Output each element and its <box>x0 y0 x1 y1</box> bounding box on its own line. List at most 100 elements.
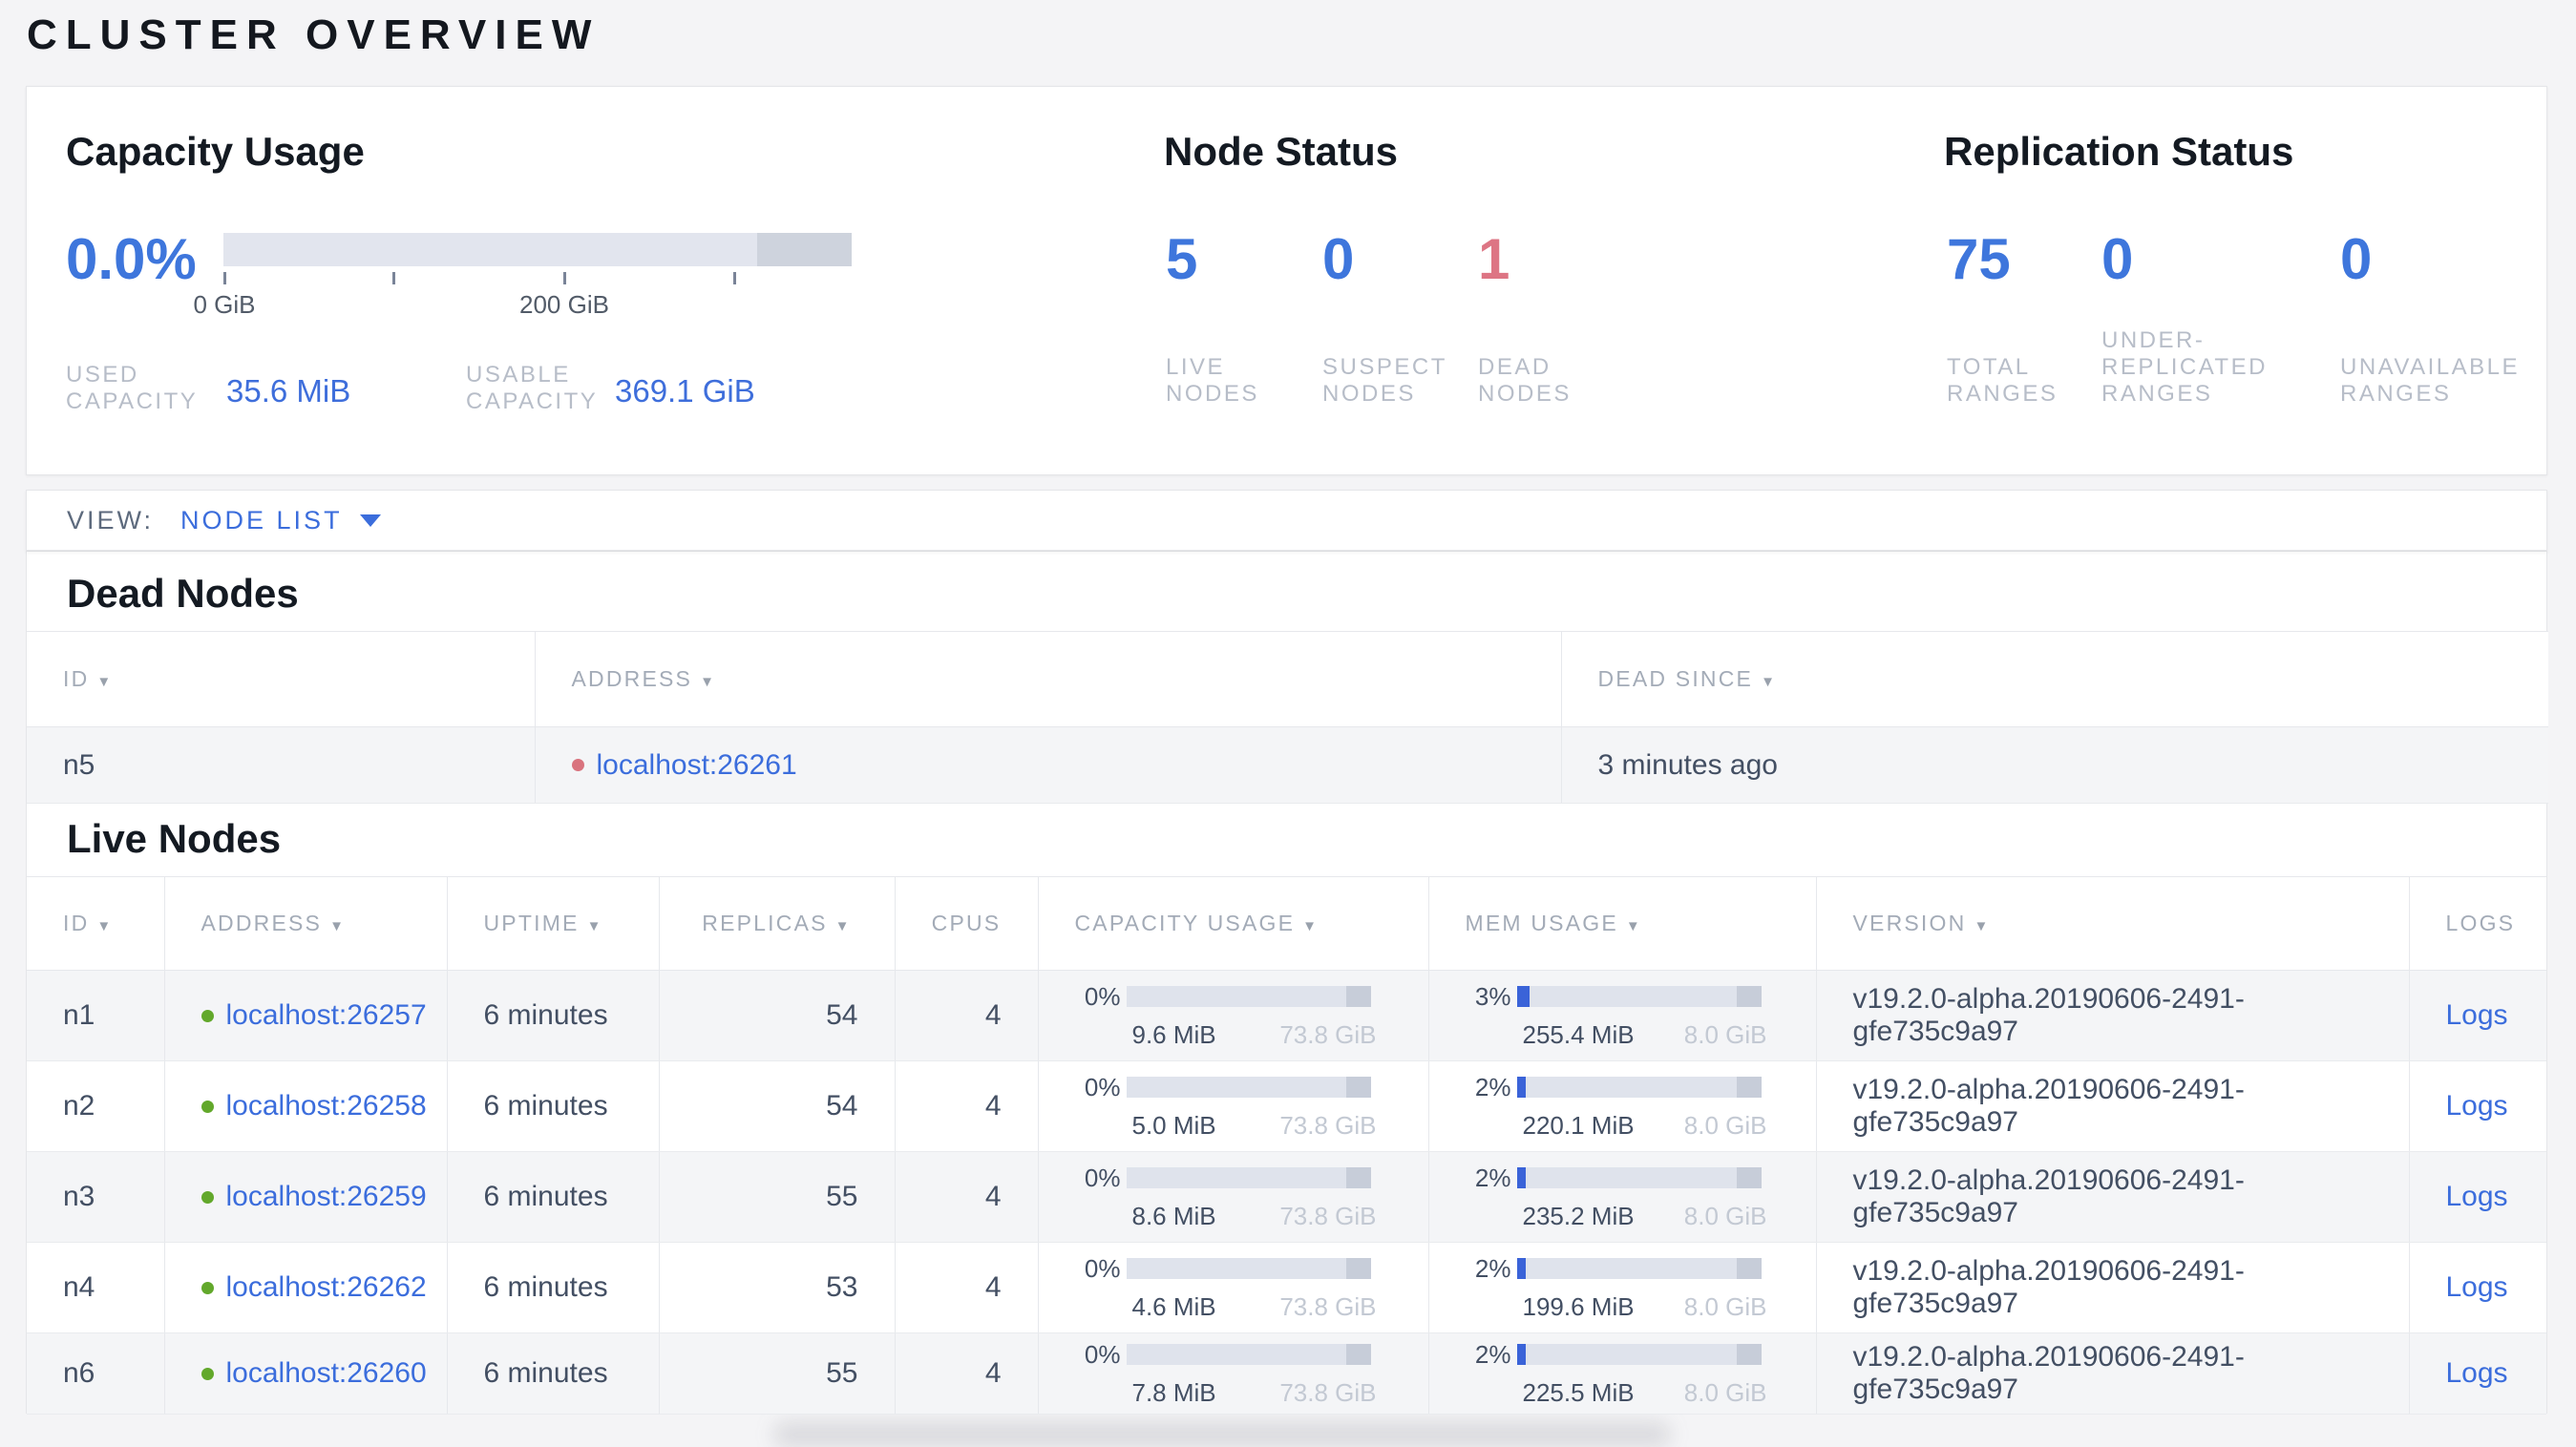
capacity-bar <box>1126 1077 1371 1098</box>
table-row: n2 localhost:26258 6 minutes 54 4 0% 5.0… <box>27 1060 2546 1152</box>
dead-col-id[interactable]: ID ▼ <box>27 631 535 727</box>
live-col-logs: LOGS <box>2408 876 2546 971</box>
view-label: VIEW: <box>67 505 155 535</box>
logs-link[interactable]: Logs <box>2446 1271 2508 1303</box>
live-col-uptime[interactable]: UPTIME ▼ <box>446 876 659 971</box>
used-capacity-label: USED CAPACITY <box>66 362 199 414</box>
view-selector-dropdown[interactable]: NODE LIST <box>180 506 381 535</box>
replicas-cell: 55 <box>658 1151 895 1243</box>
uptime-cell: 6 minutes <box>446 1151 659 1243</box>
dead-col-address[interactable]: ADDRESS ▼ <box>534 631 1561 727</box>
live-col-capacity[interactable]: CAPACITY USAGE ▼ <box>1037 876 1428 971</box>
axis-tick <box>392 272 395 284</box>
node-id-cell: n2 <box>27 1060 164 1152</box>
node-address-link[interactable]: localhost:26262 <box>226 1271 427 1304</box>
node-address-link[interactable]: localhost:26260 <box>226 1357 427 1390</box>
unavailable-ranges-count: 0 <box>2340 227 2373 291</box>
axis-tick-label-200gib: 200 GiB <box>519 290 609 319</box>
sort-caret-icon: ▼ <box>329 918 347 934</box>
sort-caret-icon: ▼ <box>1974 918 1991 934</box>
live-col-replicas[interactable]: REPLICAS ▼ <box>658 876 895 971</box>
page-title: CLUSTER OVERVIEW <box>27 11 601 58</box>
node-address-link[interactable]: localhost:26258 <box>226 1090 427 1122</box>
node-id-cell: n4 <box>27 1242 164 1333</box>
capacity-meter-reserved-segment <box>757 233 852 266</box>
dead-nodes-heading: Dead Nodes <box>67 571 299 616</box>
logs-cell: Logs <box>2408 970 2546 1061</box>
capacity-usage-percent: 0.0% <box>66 227 197 291</box>
node-id-cell: n3 <box>27 1151 164 1243</box>
sort-caret-icon: ▼ <box>1761 674 1778 690</box>
dead-col-dead-since[interactable]: DEAD SINCE ▼ <box>1560 631 2548 727</box>
axis-tick <box>223 272 226 284</box>
live-col-mem[interactable]: MEM USAGE ▼ <box>1427 876 1816 971</box>
view-bar: VIEW: NODE LIST <box>26 490 2547 551</box>
sort-caret-icon: ▼ <box>1302 918 1320 934</box>
sort-caret-icon: ▼ <box>1625 918 1642 934</box>
mem-usage-cell: 3% 255.4 MiB 8.0 GiB <box>1427 970 1816 1061</box>
dead-nodes-label: DEAD NODES <box>1478 354 1572 407</box>
node-address-link[interactable]: localhost:26259 <box>226 1181 427 1213</box>
table-row: n3 localhost:26259 6 minutes 55 4 0% 8.6… <box>27 1151 2546 1243</box>
version-cell: v19.2.0-alpha.20190606-2491-gfe735c9a97 <box>1815 1060 2409 1152</box>
capacity-usage-title: Capacity Usage <box>66 129 365 174</box>
node-address-cell: localhost:26262 <box>163 1242 447 1333</box>
cpus-cell: 4 <box>894 1151 1038 1243</box>
node-status-title: Node Status <box>1164 129 1399 174</box>
capacity-meter-track <box>223 233 852 266</box>
axis-tick-label-0gib: 0 GiB <box>193 290 256 319</box>
logs-link[interactable]: Logs <box>2446 1357 2508 1389</box>
used-capacity-value: 35.6 MiB <box>226 373 351 409</box>
live-col-address[interactable]: ADDRESS ▼ <box>163 876 447 971</box>
live-status-dot-icon <box>201 1190 214 1204</box>
mem-bar <box>1516 986 1762 1007</box>
logs-link[interactable]: Logs <box>2446 1181 2508 1212</box>
logs-cell: Logs <box>2408 1332 2546 1415</box>
logs-cell: Logs <box>2408 1151 2546 1243</box>
cluster-summary-card: Capacity Usage 0.0% 0 GiB 200 GiB USED C… <box>26 86 2547 475</box>
capacity-usage-cell: 0% 9.6 MiB 73.8 GiB <box>1037 970 1428 1061</box>
dock-shadow <box>773 1422 1671 1447</box>
capacity-usage-meter: 0 GiB 200 GiB <box>193 233 852 347</box>
cpus-cell: 4 <box>894 1060 1038 1152</box>
dead-status-dot-icon <box>571 759 584 771</box>
node-id-cell: n1 <box>27 970 164 1061</box>
live-col-cpus[interactable]: CPUS <box>894 876 1038 971</box>
version-cell: v19.2.0-alpha.20190606-2491-gfe735c9a97 <box>1815 1151 2409 1243</box>
cpus-cell: 4 <box>894 970 1038 1061</box>
usable-capacity-value: 369.1 GiB <box>615 373 755 409</box>
live-col-version[interactable]: VERSION ▼ <box>1815 876 2409 971</box>
capacity-usage-cell: 0% 8.6 MiB 73.8 GiB <box>1037 1151 1428 1243</box>
live-status-dot-icon <box>201 1367 214 1380</box>
live-nodes-label: LIVE NODES <box>1166 354 1259 407</box>
node-address-cell: localhost:26260 <box>163 1332 447 1415</box>
dead-nodes-count: 1 <box>1478 227 1510 291</box>
logs-link[interactable]: Logs <box>2446 999 2508 1031</box>
capacity-usage-cell: 0% 5.0 MiB 73.8 GiB <box>1037 1060 1428 1152</box>
logs-cell: Logs <box>2408 1242 2546 1333</box>
mem-bar <box>1516 1258 1762 1279</box>
node-address-link[interactable]: localhost:26261 <box>597 749 797 782</box>
table-row: n1 localhost:26257 6 minutes 54 4 0% 9.6… <box>27 970 2546 1061</box>
sort-caret-icon: ▼ <box>700 674 717 690</box>
node-address-link[interactable]: localhost:26257 <box>226 999 427 1032</box>
logs-link[interactable]: Logs <box>2446 1090 2508 1122</box>
total-ranges-label: TOTAL RANGES <box>1947 354 2059 407</box>
axis-tick <box>563 272 566 284</box>
live-nodes-heading: Live Nodes <box>67 816 282 861</box>
version-cell: v19.2.0-alpha.20190606-2491-gfe735c9a97 <box>1815 1332 2409 1415</box>
under-replicated-ranges-count: 0 <box>2101 227 2134 291</box>
chevron-down-icon <box>359 514 381 527</box>
replicas-cell: 54 <box>658 1060 895 1152</box>
live-col-id[interactable]: ID ▼ <box>27 876 164 971</box>
node-address-cell: localhost:26259 <box>163 1151 447 1243</box>
capacity-bar <box>1126 1167 1371 1188</box>
node-id-cell: n6 <box>27 1332 164 1415</box>
capacity-bar <box>1126 1258 1371 1279</box>
uptime-cell: 6 minutes <box>446 970 659 1061</box>
total-ranges-count: 75 <box>1947 227 2011 291</box>
under-replicated-ranges-label: UNDER- REPLICATED RANGES <box>2101 327 2268 407</box>
capacity-usage-cell: 0% 4.6 MiB 73.8 GiB <box>1037 1242 1428 1333</box>
dead-nodes-table: ID ▼ ADDRESS ▼ DEAD SINCE ▼ n5 localhost:26… <box>27 631 2548 804</box>
table-row: n4 localhost:26262 6 minutes 53 4 0% 4.6… <box>27 1242 2546 1333</box>
